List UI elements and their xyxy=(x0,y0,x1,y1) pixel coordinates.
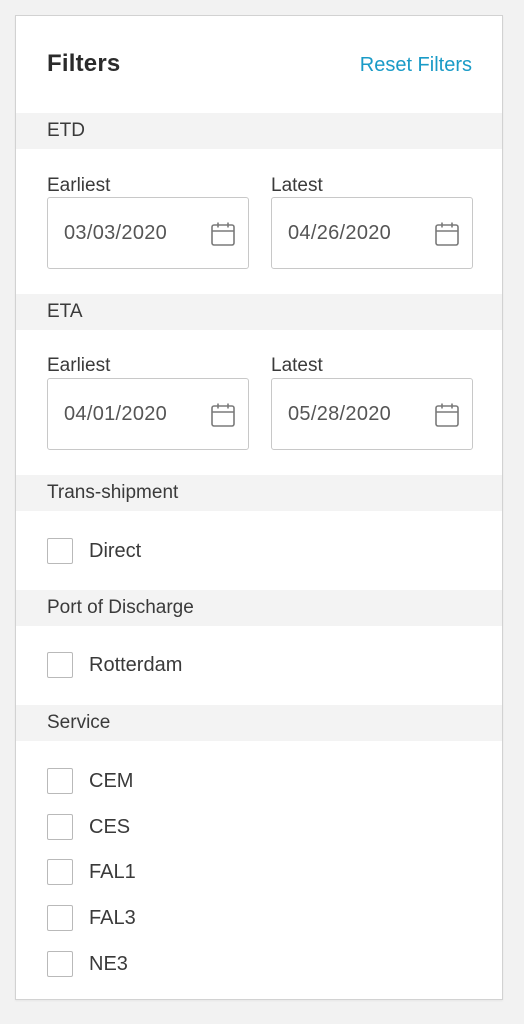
checkbox-label: FAL1 xyxy=(89,861,136,883)
reset-filters-link[interactable]: Reset Filters xyxy=(360,54,472,77)
eta-earliest-value: 04/01/2020 xyxy=(64,403,168,425)
ces-checkbox[interactable] xyxy=(47,814,73,840)
etd-earliest-date-input[interactable]: 03/03/2020 xyxy=(47,197,249,269)
eta-earliest-date-input[interactable]: 04/01/2020 xyxy=(47,378,249,450)
checkbox-label: Rotterdam xyxy=(89,654,183,676)
etd-latest-label: Latest xyxy=(271,175,323,196)
eta-latest-value: 05/28/2020 xyxy=(288,403,392,425)
etd-latest-date-input[interactable]: 04/26/2020 xyxy=(271,197,473,269)
filters-header: Filters Reset Filters xyxy=(16,16,502,112)
section-heading-service: Service xyxy=(16,705,502,741)
ne3-checkbox[interactable] xyxy=(47,951,73,977)
etd-earliest-label: Earliest xyxy=(47,175,111,196)
eta-latest-label: Latest xyxy=(271,355,323,376)
section-heading-eta: ETA xyxy=(16,294,502,330)
section-heading-port-of-discharge: Port of Discharge xyxy=(16,590,502,626)
filters-panel: Filters Reset Filters ETD Earliest Lates… xyxy=(15,15,503,1000)
checkbox-label: Direct xyxy=(89,540,142,562)
calendar-icon[interactable] xyxy=(210,402,236,428)
checkbox-label: CEM xyxy=(89,770,134,792)
etd-latest-value: 04/26/2020 xyxy=(288,222,392,244)
checkbox-label: FAL3 xyxy=(89,907,136,929)
direct-checkbox[interactable] xyxy=(47,538,73,564)
eta-earliest-label: Earliest xyxy=(47,355,111,376)
etd-earliest-value: 03/03/2020 xyxy=(64,222,168,244)
calendar-icon[interactable] xyxy=(210,221,236,247)
section-heading-etd: ETD xyxy=(16,113,502,149)
section-heading-transshipment: Trans-shipment xyxy=(16,475,502,511)
eta-latest-date-input[interactable]: 05/28/2020 xyxy=(271,378,473,450)
rotterdam-checkbox[interactable] xyxy=(47,652,73,678)
filters-title: Filters xyxy=(47,50,121,77)
checkbox-label: NE3 xyxy=(89,953,128,975)
cem-checkbox[interactable] xyxy=(47,768,73,794)
fal3-checkbox[interactable] xyxy=(47,905,73,931)
calendar-icon[interactable] xyxy=(434,221,460,247)
fal1-checkbox[interactable] xyxy=(47,859,73,885)
checkbox-label: CES xyxy=(89,816,131,838)
calendar-icon[interactable] xyxy=(434,402,460,428)
